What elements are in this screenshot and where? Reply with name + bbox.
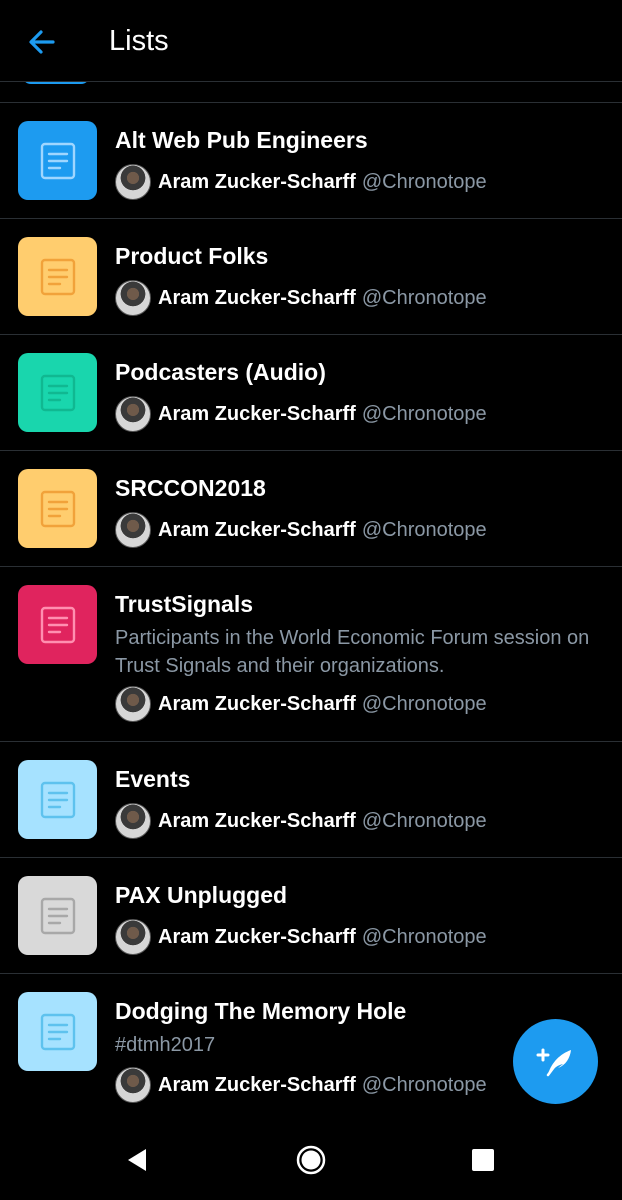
list-item[interactable]: TrustSignals Participants in the World E… (0, 567, 622, 742)
compose-tweet-icon (536, 1048, 571, 1076)
list-item[interactable]: Product Folks Aram Zucker-Scharff @Chron… (0, 219, 622, 335)
list-owner: Aram Zucker-Scharff @Chronotope (115, 918, 487, 956)
owner-handle: @Chronotope (361, 286, 487, 309)
avatar (115, 803, 151, 839)
square-recents-icon (472, 1149, 494, 1171)
owner-handle: @Chronotope (361, 402, 487, 425)
list-description: Participants in the World Economic Forum… (115, 627, 590, 677)
list-name: Podcasters (Audio) (115, 359, 326, 385)
list-owner: Aram Zucker-Scharff @Chronotope (115, 1066, 487, 1104)
list-document-icon (18, 353, 97, 432)
lists-list: Alt Web Pub Engineers Aram Zucker-Scharf… (0, 103, 622, 1124)
owner-name: Aram Zucker-Scharff (158, 925, 356, 948)
avatar (115, 686, 151, 722)
list-document-icon (18, 992, 97, 1071)
owner-name: Aram Zucker-Scharff (158, 286, 356, 309)
avatar (115, 1067, 151, 1103)
list-owner: Aram Zucker-Scharff @Chronotope (115, 279, 487, 317)
owner-name: Aram Zucker-Scharff (158, 518, 356, 541)
top-app-bar: Lists (0, 0, 622, 82)
list-owner: Aram Zucker-Scharff @Chronotope (115, 511, 487, 549)
list-owner: Aram Zucker-Scharff @Chronotope (115, 802, 487, 840)
circle-home-icon (296, 1145, 326, 1175)
list-document-icon (18, 121, 97, 200)
list-owner: Aram Zucker-Scharff @Chronotope (115, 395, 487, 433)
list-document-icon (18, 876, 97, 955)
nav-home-button[interactable] (291, 1140, 331, 1180)
owner-name: Aram Zucker-Scharff (158, 1073, 356, 1096)
list-item[interactable]: PAX Unplugged Aram Zucker-Scharff @Chron… (0, 858, 622, 974)
list-document-icon (18, 585, 97, 664)
list-name: Alt Web Pub Engineers (115, 127, 368, 153)
system-navigation-bar (0, 1120, 622, 1200)
nav-recents-button[interactable] (463, 1140, 503, 1180)
avatar (115, 280, 151, 316)
owner-name: Aram Zucker-Scharff (158, 402, 356, 425)
back-button[interactable] (22, 22, 62, 62)
list-document-icon (18, 237, 97, 316)
list-item[interactable]: Events Aram Zucker-Scharff @Chronotope (0, 742, 622, 858)
owner-name: Aram Zucker-Scharff (158, 809, 356, 832)
list-name: TrustSignals (115, 591, 254, 617)
list-item[interactable]: Podcasters (Audio) Aram Zucker-Scharff @… (0, 335, 622, 451)
owner-handle: @Chronotope (361, 692, 487, 715)
list-name: SRCCON2018 (115, 475, 266, 501)
owner-name: Aram Zucker-Scharff (158, 170, 356, 193)
new-list-button[interactable] (513, 1019, 598, 1104)
list-item[interactable]: SRCCON2018 Aram Zucker-Scharff @Chronoto… (0, 451, 622, 567)
partially-visible-list-item[interactable] (0, 74, 622, 103)
avatar (115, 919, 151, 955)
owner-handle: @Chronotope (361, 1073, 487, 1096)
owner-handle: @Chronotope (361, 170, 487, 193)
list-name: PAX Unplugged (115, 882, 288, 908)
list-item[interactable]: Alt Web Pub Engineers Aram Zucker-Scharf… (0, 103, 622, 219)
list-document-icon (18, 760, 97, 839)
owner-handle: @Chronotope (361, 925, 487, 948)
list-name: Product Folks (115, 243, 269, 269)
page-title: Lists (109, 25, 169, 57)
list-owner: Aram Zucker-Scharff @Chronotope (115, 685, 487, 723)
list-name: Events (115, 766, 191, 792)
avatar (115, 164, 151, 200)
owner-handle: @Chronotope (361, 809, 487, 832)
list-document-icon (18, 469, 97, 548)
list-name: Dodging The Memory Hole (115, 998, 407, 1024)
owner-name: Aram Zucker-Scharff (158, 692, 356, 715)
nav-back-button[interactable] (117, 1140, 157, 1180)
avatar (115, 396, 151, 432)
arrow-left-icon (29, 30, 55, 54)
owner-handle: @Chronotope (361, 518, 487, 541)
avatar (115, 512, 151, 548)
triangle-back-icon (128, 1149, 146, 1171)
list-owner: Aram Zucker-Scharff @Chronotope (115, 163, 487, 201)
